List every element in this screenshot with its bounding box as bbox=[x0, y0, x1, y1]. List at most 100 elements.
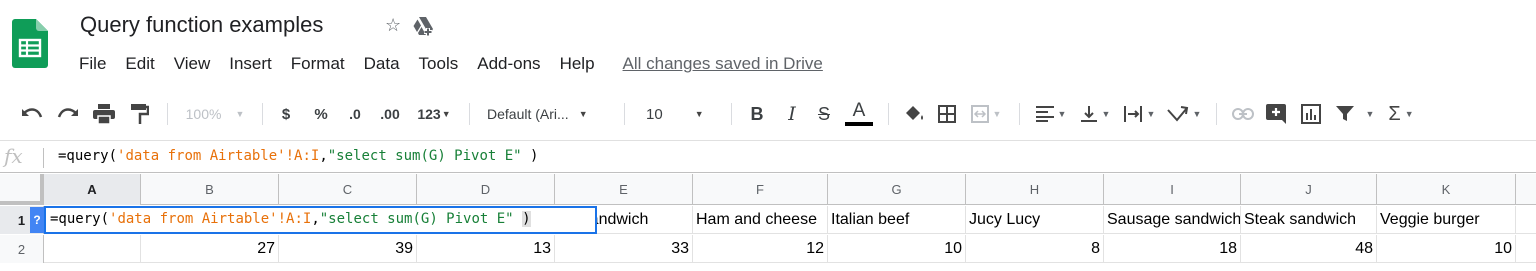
cell-i1[interactable]: Sausage sandwich bbox=[1104, 206, 1241, 234]
cell-a2[interactable] bbox=[44, 235, 141, 263]
font-family-value: Default (Ari... bbox=[487, 106, 569, 122]
decrease-decimal-label: .0 bbox=[349, 106, 361, 122]
borders-button[interactable] bbox=[930, 99, 964, 129]
chevron-down-icon: ▼ bbox=[694, 109, 704, 119]
chevron-down-icon: ▼ bbox=[1192, 109, 1202, 119]
insert-chart-button[interactable] bbox=[1294, 99, 1328, 129]
functions-button[interactable]: Σ ▼ bbox=[1382, 99, 1420, 129]
column-header-b[interactable]: B bbox=[141, 174, 279, 205]
cell-j2[interactable]: 48 bbox=[1241, 235, 1377, 263]
column-header-h[interactable]: H bbox=[966, 174, 1104, 205]
text-rotation-button[interactable]: ▼ bbox=[1163, 99, 1205, 129]
add-comment-icon bbox=[1266, 104, 1286, 124]
fill-color-button[interactable] bbox=[900, 99, 930, 129]
cell-a1-editor[interactable]: =query('data from Airtable'!A:I,"select … bbox=[44, 206, 597, 234]
column-header-a[interactable]: A bbox=[44, 174, 141, 205]
column-header-k[interactable]: K bbox=[1377, 174, 1516, 205]
paint-format-button[interactable] bbox=[124, 99, 156, 129]
insert-link-button[interactable] bbox=[1228, 99, 1258, 129]
cell-h1[interactable]: Jucy Lucy bbox=[966, 206, 1104, 234]
merge-cells-button[interactable]: ▼ bbox=[964, 99, 1008, 129]
cell-c2[interactable]: 39 bbox=[279, 235, 417, 263]
italic-button[interactable]: I bbox=[775, 99, 809, 129]
redo-button[interactable] bbox=[52, 99, 84, 129]
column-header-i[interactable]: I bbox=[1104, 174, 1241, 205]
cell-k1[interactable]: Veggie burger bbox=[1377, 206, 1516, 234]
column-header-d[interactable]: D bbox=[417, 174, 555, 205]
menu-tools[interactable]: Tools bbox=[419, 54, 459, 74]
document-title[interactable]: Query function examples bbox=[80, 12, 323, 38]
decrease-decimal-button[interactable]: .0 bbox=[338, 99, 372, 129]
cell-g2[interactable]: 10 bbox=[828, 235, 966, 263]
more-formats-label: 123 bbox=[417, 106, 441, 122]
column-header-f[interactable]: F bbox=[693, 174, 828, 205]
percent-format-button[interactable]: % bbox=[304, 99, 338, 129]
formula-input[interactable]: =query('data from Airtable'!A:I,"select … bbox=[58, 148, 538, 164]
paint-bucket-icon bbox=[906, 106, 923, 120]
cell-f2[interactable]: 12 bbox=[693, 235, 828, 263]
toolbar-separator bbox=[469, 103, 470, 125]
cell-k2[interactable]: 10 bbox=[1377, 235, 1516, 263]
font-size-select[interactable]: 10 ▼ bbox=[636, 99, 720, 129]
undo-button[interactable] bbox=[18, 99, 46, 129]
star-icon[interactable]: ☆ bbox=[385, 15, 401, 37]
filter-icon bbox=[1335, 106, 1354, 121]
font-family-select[interactable]: Default (Ari... ▼ bbox=[481, 99, 613, 129]
vertical-align-button[interactable]: ▼ bbox=[1075, 99, 1115, 129]
toolbar-separator bbox=[731, 103, 732, 125]
menu-edit[interactable]: Edit bbox=[125, 54, 154, 74]
cell-g1[interactable]: Italian beef bbox=[828, 206, 966, 234]
column-header-c[interactable]: C bbox=[279, 174, 417, 205]
text-color-letter: A bbox=[852, 100, 866, 121]
menu-view[interactable]: View bbox=[174, 54, 211, 74]
menu-file[interactable]: File bbox=[79, 54, 106, 74]
column-header-j[interactable]: J bbox=[1241, 174, 1377, 205]
print-button[interactable] bbox=[88, 99, 120, 129]
menubar: File Edit View Insert Format Data Tools … bbox=[79, 54, 823, 74]
header: Query function examples ☆ File Edit View… bbox=[0, 0, 1536, 88]
more-formats-button[interactable]: 123 ▼ bbox=[410, 99, 458, 129]
menu-insert[interactable]: Insert bbox=[229, 54, 272, 74]
editor-close-paren: ) bbox=[522, 211, 531, 227]
move-to-drive-icon[interactable] bbox=[411, 15, 435, 37]
formula-help-button[interactable]: ? bbox=[30, 207, 44, 233]
formula-prefix: =query( bbox=[58, 148, 118, 164]
menu-data[interactable]: Data bbox=[364, 54, 400, 74]
cell-d2[interactable]: 13 bbox=[417, 235, 555, 263]
strikethrough-button[interactable]: S bbox=[809, 99, 839, 129]
text-rotation-icon bbox=[1166, 106, 1188, 122]
horizontal-align-button[interactable]: ▼ bbox=[1031, 99, 1071, 129]
cell-i2[interactable]: 18 bbox=[1104, 235, 1241, 263]
merge-cells-icon bbox=[970, 105, 989, 123]
sheets-logo-icon[interactable] bbox=[12, 19, 48, 68]
select-all-corner[interactable] bbox=[0, 174, 44, 205]
text-color-button[interactable]: A bbox=[841, 99, 877, 129]
cell-f1[interactable]: Ham and cheese bbox=[693, 206, 828, 234]
editor-space bbox=[514, 211, 522, 227]
row-header-2[interactable]: 2 bbox=[0, 235, 44, 263]
toolbar-separator bbox=[624, 103, 625, 125]
chevron-down-icon: ▼ bbox=[1146, 109, 1156, 119]
toolbar-separator bbox=[1216, 103, 1217, 125]
menu-help[interactable]: Help bbox=[560, 54, 595, 74]
zoom-select[interactable]: 100% ▼ bbox=[179, 99, 251, 129]
cell-b2[interactable]: 27 bbox=[141, 235, 279, 263]
chevron-down-icon: ▼ bbox=[1057, 109, 1067, 119]
chevron-down-icon: ▼ bbox=[992, 109, 1002, 119]
menu-format[interactable]: Format bbox=[291, 54, 345, 74]
menu-add-ons[interactable]: Add-ons bbox=[477, 54, 540, 74]
caret-down-icon: ▼ bbox=[441, 109, 451, 119]
cell-e2[interactable]: 33 bbox=[555, 235, 693, 263]
insert-comment-button[interactable] bbox=[1260, 99, 1292, 129]
text-wrapping-button[interactable]: ▼ bbox=[1119, 99, 1159, 129]
column-header-e[interactable]: E bbox=[555, 174, 693, 205]
bold-button[interactable]: B bbox=[743, 99, 771, 129]
save-status-link[interactable]: All changes saved in Drive bbox=[623, 54, 823, 74]
cell-h2[interactable]: 8 bbox=[966, 235, 1104, 263]
increase-decimal-button[interactable]: .00 bbox=[372, 99, 408, 129]
filter-button[interactable]: ▼ bbox=[1332, 99, 1378, 129]
cell-j1[interactable]: Steak sandwich bbox=[1241, 206, 1377, 234]
currency-format-button[interactable]: $ bbox=[274, 99, 298, 129]
column-header-g[interactable]: G bbox=[828, 174, 966, 205]
toolbar-separator bbox=[262, 103, 263, 125]
